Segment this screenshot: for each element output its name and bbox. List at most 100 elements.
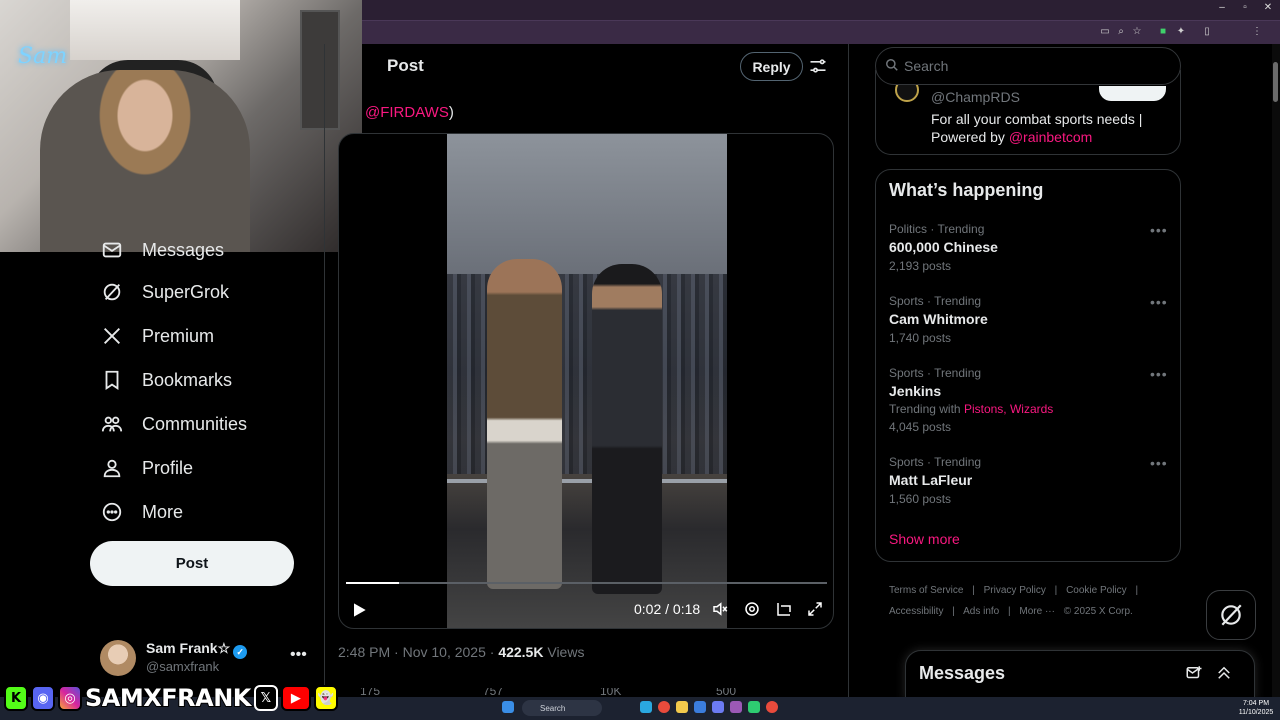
browser-menu-icon[interactable]: ⋮	[1250, 25, 1264, 39]
footer-link[interactable]: Privacy Policy	[984, 585, 1046, 596]
clock-date: 11/10/2025	[1238, 709, 1274, 716]
nav-item-messages[interactable]: Messages	[100, 235, 224, 265]
video-person-left	[487, 259, 562, 589]
close-window-button[interactable]: ✕	[1258, 2, 1278, 13]
sidepanel-icon[interactable]: ▯	[1200, 25, 1214, 39]
page-title: Post	[387, 56, 424, 75]
trend-item[interactable]: Cam Whitmore	[889, 311, 988, 327]
footer-link[interactable]: Accessibility	[889, 606, 943, 617]
taskbar-search[interactable]: Search	[522, 700, 602, 716]
video-progress-bar[interactable]	[346, 582, 827, 584]
trend-more-icon[interactable]: •••	[1150, 455, 1168, 471]
views-label: Views	[543, 644, 585, 660]
reply-button[interactable]: Reply	[740, 52, 803, 81]
nav-item-bookmarks[interactable]: Bookmarks	[100, 365, 232, 395]
grok-icon	[100, 280, 124, 304]
reply-count[interactable]: 175	[360, 688, 380, 697]
footer-link[interactable]: Terms of Service	[889, 585, 963, 596]
nav-label: SuperGrok	[142, 281, 230, 302]
system-clock[interactable]: 7:04 PM 11/10/2025	[1236, 699, 1276, 717]
bookmark-star-icon[interactable]: ☆	[1130, 25, 1144, 39]
sliders-icon[interactable]	[808, 56, 828, 76]
post-timestamp: 2:48 PM · Nov 10, 2025 ·	[338, 644, 499, 660]
trend-item[interactable]: Matt LaFleur	[889, 472, 972, 488]
minimize-button[interactable]: –	[1212, 2, 1232, 13]
trend-more-icon[interactable]: •••	[1150, 294, 1168, 310]
maximize-button[interactable]: ▫	[1235, 2, 1255, 13]
bookmark-count[interactable]: 500	[716, 688, 736, 697]
promo-handle[interactable]: @ChampRDS	[931, 89, 1020, 105]
trend-context: Sports · Trending	[889, 294, 982, 308]
nav-label: Bookmarks	[142, 369, 233, 390]
mention-link[interactable]: @FIRDAWS	[365, 104, 449, 121]
account-handle: @samxfrank	[146, 659, 220, 674]
compose-post-button[interactable]: Post	[90, 541, 294, 586]
folder-icon[interactable]	[676, 701, 688, 713]
extensions-puzzle-icon[interactable]: ✦	[1174, 25, 1188, 39]
account-more-icon[interactable]: •••	[290, 646, 307, 664]
discord-icon[interactable]	[712, 701, 724, 713]
search-input[interactable]: Search	[875, 47, 1181, 85]
post-text-suffix: )	[448, 104, 454, 121]
clock-time: 7:04 PM	[1242, 700, 1270, 707]
app-icon[interactable]	[730, 701, 742, 713]
play-icon[interactable]	[349, 600, 369, 620]
trend-context: Sports · Trending	[889, 455, 982, 469]
zoom-icon[interactable]: ⌕	[1114, 25, 1128, 39]
trend-more-icon[interactable]: •••	[1150, 366, 1168, 382]
trend-item[interactable]: Jenkins	[889, 383, 941, 399]
grok-button[interactable]	[1206, 590, 1256, 640]
column-divider	[324, 44, 325, 697]
chrome-icon[interactable]	[766, 701, 778, 713]
nav-item-supergrok[interactable]: SuperGrok	[100, 277, 229, 307]
start-icon[interactable]	[502, 701, 514, 713]
footer-link[interactable]: More ···	[1019, 606, 1055, 617]
trending-with-links[interactable]: Pistons, Wizards	[964, 402, 1053, 416]
app-icon[interactable]	[694, 701, 706, 713]
nav-item-communities[interactable]: Communities	[100, 409, 247, 439]
footer-line: Accessibility | Ads info | More ··· © 20…	[889, 601, 1159, 622]
new-message-icon[interactable]	[1185, 664, 1203, 682]
avatar	[100, 640, 136, 676]
cast-icon[interactable]: ▭	[1098, 25, 1112, 39]
chrome-icon[interactable]	[658, 701, 670, 713]
like-count[interactable]: 10K	[600, 688, 621, 697]
video-player[interactable]: 0:02 / 0:18	[338, 133, 834, 629]
footer-link[interactable]: Ads info	[963, 606, 999, 617]
trending-with: Trending with Pistons, Wizards	[889, 402, 1053, 416]
repost-count[interactable]: 757	[483, 688, 503, 697]
picture-in-picture-icon[interactable]	[775, 600, 795, 620]
settings-gear-icon[interactable]	[743, 600, 763, 620]
trending-with-prefix: Trending with	[889, 402, 961, 416]
post-metadata: 2:48 PM · Nov 10, 2025 · 422.5K Views	[338, 644, 584, 660]
footer-separator: |	[1054, 585, 1058, 596]
trend-count: 4,045 posts	[889, 420, 952, 434]
show-more-link[interactable]: Show more	[889, 531, 960, 547]
post-actions-row: 175 757 10K 500	[338, 688, 834, 697]
account-switcher[interactable]: Sam Frank☆ ✓ @samxfrank •••	[100, 638, 310, 678]
footer-separator: |	[1135, 585, 1139, 596]
app-icon[interactable]	[748, 701, 760, 713]
discord-icon: ◉	[31, 685, 55, 711]
follow-button[interactable]	[1099, 86, 1166, 101]
trend-more-icon[interactable]: •••	[1150, 222, 1168, 238]
chevron-up-icon[interactable]	[1215, 664, 1233, 682]
video-frame[interactable]	[447, 134, 727, 628]
extension-icon[interactable]: ■	[1156, 25, 1170, 39]
nav-item-premium[interactable]: Premium	[100, 321, 214, 351]
trend-item[interactable]: 600,000 Chinese	[889, 239, 998, 255]
post-text-tail: @FIRDAWS)	[365, 104, 454, 121]
scrollbar-thumb[interactable]	[1273, 62, 1278, 102]
nav-item-profile[interactable]: Profile	[100, 453, 193, 483]
instagram-icon: ◎	[58, 685, 82, 711]
snapchat-icon: 👻	[313, 685, 338, 711]
scrollbar[interactable]	[1272, 44, 1280, 697]
volume-icon[interactable]	[711, 600, 731, 620]
footer-link[interactable]: Cookie Policy	[1066, 585, 1127, 596]
mention-link[interactable]: @rainbetcom	[1009, 129, 1092, 145]
edge-icon[interactable]	[640, 701, 652, 713]
streamer-social-overlay: K ◉ ◎ SAMXFRANK 𝕏 ▶ 👻	[4, 682, 338, 714]
nav-item-more[interactable]: More	[100, 497, 183, 527]
panel-title: What’s happening	[889, 180, 1044, 200]
fullscreen-icon[interactable]	[806, 600, 826, 620]
